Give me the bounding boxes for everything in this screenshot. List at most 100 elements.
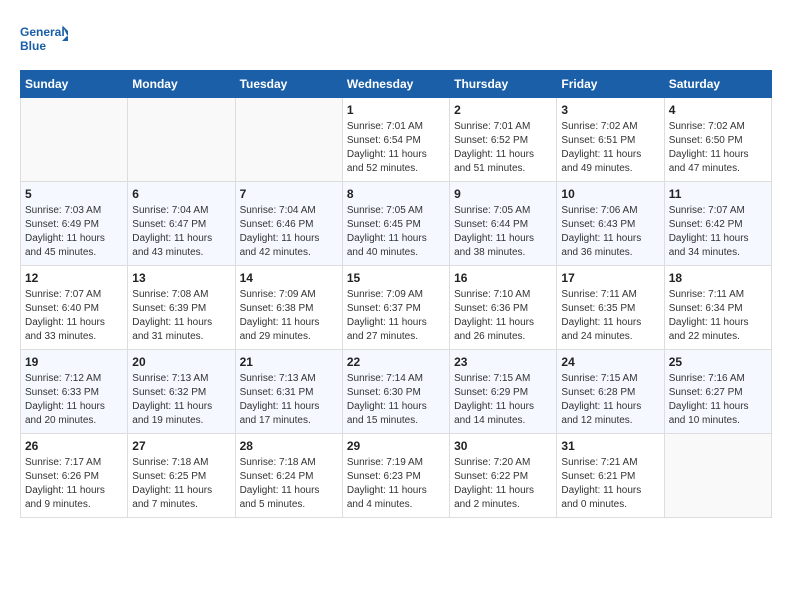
week-row-4: 19 Sunrise: 7:12 AM Sunset: 6:33 PM Dayli… [21,350,772,434]
day-number: 5 [25,187,123,201]
day-info: Sunrise: 7:09 AM Sunset: 6:38 PM Dayligh… [240,288,338,344]
day-number: 15 [347,271,445,285]
weekday-header-wednesday: Wednesday [342,71,449,98]
day-info: Sunrise: 7:09 AM Sunset: 6:37 PM Dayligh… [347,288,445,344]
day-number: 29 [347,439,445,453]
weekday-header-row: SundayMondayTuesdayWednesdayThursdayFrid… [21,71,772,98]
calendar-cell: 17 Sunrise: 7:11 AM Sunset: 6:35 PM Dayli… [557,266,664,350]
logo: General Blue [20,20,68,60]
day-info: Sunrise: 7:15 AM Sunset: 6:29 PM Dayligh… [454,372,552,428]
svg-text:Blue: Blue [20,39,46,53]
calendar-cell: 28 Sunrise: 7:18 AM Sunset: 6:24 PM Dayli… [235,434,342,518]
calendar-cell [21,98,128,182]
calendar-cell: 19 Sunrise: 7:12 AM Sunset: 6:33 PM Dayli… [21,350,128,434]
day-info: Sunrise: 7:11 AM Sunset: 6:35 PM Dayligh… [561,288,659,344]
day-number: 23 [454,355,552,369]
day-info: Sunrise: 7:05 AM Sunset: 6:45 PM Dayligh… [347,204,445,260]
calendar-cell: 29 Sunrise: 7:19 AM Sunset: 6:23 PM Dayli… [342,434,449,518]
day-number: 3 [561,103,659,117]
day-number: 16 [454,271,552,285]
day-number: 27 [132,439,230,453]
day-info: Sunrise: 7:06 AM Sunset: 6:43 PM Dayligh… [561,204,659,260]
day-number: 4 [669,103,767,117]
day-info: Sunrise: 7:01 AM Sunset: 6:52 PM Dayligh… [454,120,552,176]
day-info: Sunrise: 7:17 AM Sunset: 6:26 PM Dayligh… [25,456,123,512]
weekday-header-thursday: Thursday [450,71,557,98]
day-info: Sunrise: 7:16 AM Sunset: 6:27 PM Dayligh… [669,372,767,428]
weekday-header-monday: Monday [128,71,235,98]
calendar-cell: 27 Sunrise: 7:18 AM Sunset: 6:25 PM Dayli… [128,434,235,518]
day-number: 8 [347,187,445,201]
calendar-cell: 30 Sunrise: 7:20 AM Sunset: 6:22 PM Dayli… [450,434,557,518]
day-info: Sunrise: 7:01 AM Sunset: 6:54 PM Dayligh… [347,120,445,176]
calendar-cell: 5 Sunrise: 7:03 AM Sunset: 6:49 PM Daylig… [21,182,128,266]
day-number: 7 [240,187,338,201]
calendar-cell: 23 Sunrise: 7:15 AM Sunset: 6:29 PM Dayli… [450,350,557,434]
day-info: Sunrise: 7:10 AM Sunset: 6:36 PM Dayligh… [454,288,552,344]
week-row-1: 1 Sunrise: 7:01 AM Sunset: 6:54 PM Daylig… [21,98,772,182]
day-info: Sunrise: 7:20 AM Sunset: 6:22 PM Dayligh… [454,456,552,512]
day-number: 11 [669,187,767,201]
calendar-cell: 9Sunrise: 7:05 AM Sunset: 6:44 PM Daylig… [450,182,557,266]
day-number: 2 [454,103,552,117]
day-info: Sunrise: 7:07 AM Sunset: 6:40 PM Dayligh… [25,288,123,344]
day-info: Sunrise: 7:15 AM Sunset: 6:28 PM Dayligh… [561,372,659,428]
day-info: Sunrise: 7:19 AM Sunset: 6:23 PM Dayligh… [347,456,445,512]
week-row-3: 12Sunrise: 7:07 AM Sunset: 6:40 PM Dayli… [21,266,772,350]
day-number: 17 [561,271,659,285]
day-info: Sunrise: 7:14 AM Sunset: 6:30 PM Dayligh… [347,372,445,428]
day-number: 26 [25,439,123,453]
day-info: Sunrise: 7:04 AM Sunset: 6:46 PM Dayligh… [240,204,338,260]
day-info: Sunrise: 7:08 AM Sunset: 6:39 PM Dayligh… [132,288,230,344]
calendar-cell [664,434,771,518]
day-info: Sunrise: 7:18 AM Sunset: 6:25 PM Dayligh… [132,456,230,512]
day-info: Sunrise: 7:13 AM Sunset: 6:32 PM Dayligh… [132,372,230,428]
calendar-table: SundayMondayTuesdayWednesdayThursdayFrid… [20,70,772,518]
calendar-cell: 24 Sunrise: 7:15 AM Sunset: 6:28 PM Dayli… [557,350,664,434]
calendar-cell: 26 Sunrise: 7:17 AM Sunset: 6:26 PM Dayli… [21,434,128,518]
calendar-cell: 14Sunrise: 7:09 AM Sunset: 6:38 PM Dayli… [235,266,342,350]
svg-text:General: General [20,25,65,39]
day-number: 18 [669,271,767,285]
calendar-cell: 2 Sunrise: 7:01 AM Sunset: 6:52 PM Daylig… [450,98,557,182]
calendar-cell: 11 Sunrise: 7:07 AM Sunset: 6:42 PM Dayli… [664,182,771,266]
calendar-cell: 7 Sunrise: 7:04 AM Sunset: 6:46 PM Daylig… [235,182,342,266]
weekday-header-saturday: Saturday [664,71,771,98]
calendar-cell: 22 Sunrise: 7:14 AM Sunset: 6:30 PM Dayli… [342,350,449,434]
calendar-cell [128,98,235,182]
calendar-cell: 1 Sunrise: 7:01 AM Sunset: 6:54 PM Daylig… [342,98,449,182]
day-number: 20 [132,355,230,369]
day-number: 30 [454,439,552,453]
calendar-cell: 8 Sunrise: 7:05 AM Sunset: 6:45 PM Daylig… [342,182,449,266]
day-number: 10 [561,187,659,201]
calendar-cell: 3Sunrise: 7:02 AM Sunset: 6:51 PM Daylig… [557,98,664,182]
weekday-header-sunday: Sunday [21,71,128,98]
day-info: Sunrise: 7:11 AM Sunset: 6:34 PM Dayligh… [669,288,767,344]
calendar-cell: 20 Sunrise: 7:13 AM Sunset: 6:32 PM Dayli… [128,350,235,434]
weekday-header-friday: Friday [557,71,664,98]
day-number: 31 [561,439,659,453]
day-info: Sunrise: 7:12 AM Sunset: 6:33 PM Dayligh… [25,372,123,428]
weekday-header-tuesday: Tuesday [235,71,342,98]
page-header: General Blue [20,20,772,60]
day-info: Sunrise: 7:18 AM Sunset: 6:24 PM Dayligh… [240,456,338,512]
day-info: Sunrise: 7:21 AM Sunset: 6:21 PM Dayligh… [561,456,659,512]
day-number: 13 [132,271,230,285]
day-number: 22 [347,355,445,369]
logo-svg: General Blue [20,20,68,60]
day-info: Sunrise: 7:05 AM Sunset: 6:44 PM Dayligh… [454,204,552,260]
day-number: 21 [240,355,338,369]
calendar-cell [235,98,342,182]
day-number: 28 [240,439,338,453]
calendar-cell: 13 Sunrise: 7:08 AM Sunset: 6:39 PM Dayli… [128,266,235,350]
day-number: 25 [669,355,767,369]
day-info: Sunrise: 7:03 AM Sunset: 6:49 PM Dayligh… [25,204,123,260]
day-info: Sunrise: 7:07 AM Sunset: 6:42 PM Dayligh… [669,204,767,260]
day-info: Sunrise: 7:04 AM Sunset: 6:47 PM Dayligh… [132,204,230,260]
week-row-2: 5 Sunrise: 7:03 AM Sunset: 6:49 PM Daylig… [21,182,772,266]
calendar-cell: 10 Sunrise: 7:06 AM Sunset: 6:43 PM Dayli… [557,182,664,266]
day-number: 19 [25,355,123,369]
calendar-cell: 31 Sunrise: 7:21 AM Sunset: 6:21 PM Dayli… [557,434,664,518]
day-number: 24 [561,355,659,369]
day-number: 1 [347,103,445,117]
